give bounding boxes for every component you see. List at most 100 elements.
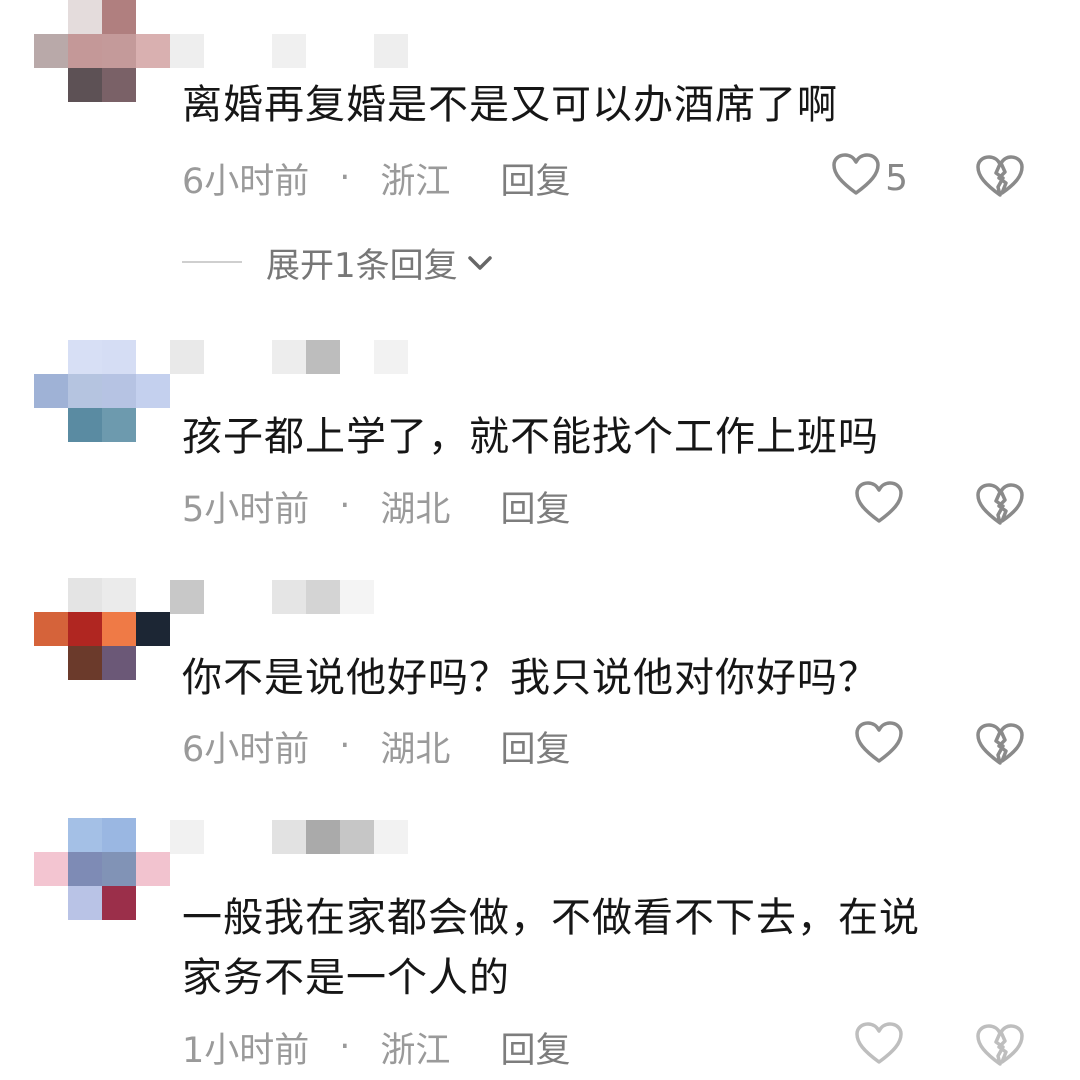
avatar-mosaic-cell — [34, 408, 68, 442]
separator: · — [339, 726, 351, 766]
like-button[interactable] — [854, 1017, 904, 1077]
username-mosaic-cell — [306, 580, 340, 614]
avatar-mosaic-cell — [102, 340, 136, 374]
avatar-mosaic-cell — [136, 852, 170, 886]
comment-text-line: 一般我在家都会做，不做看不下去，在说 — [182, 895, 920, 941]
dislike-button[interactable] — [975, 716, 1025, 776]
expand-replies-button[interactable]: 展开1条回复 — [182, 232, 494, 292]
avatar-mosaic-cell — [136, 886, 170, 920]
username-mosaic-cell — [340, 580, 374, 614]
comment-text: 孩子都上学了，就不能找个工作上班吗 — [182, 414, 879, 460]
avatar-mosaic-cell — [68, 578, 102, 612]
avatar-mosaic-cell — [136, 68, 170, 102]
username[interactable] — [170, 580, 408, 614]
reply-button[interactable]: 回复 — [500, 153, 570, 204]
separator: · — [339, 158, 351, 198]
expand-label: 展开1条回复 — [266, 245, 458, 286]
avatar-mosaic-cell — [68, 646, 102, 680]
comment-meta: 5小时前 · 湖北 回复 — [182, 476, 570, 536]
avatar-mosaic-cell — [68, 374, 102, 408]
username[interactable] — [170, 340, 408, 374]
avatar-mosaic-cell — [136, 34, 170, 68]
username-mosaic-cell — [170, 580, 204, 614]
avatar-mosaic-cell — [68, 852, 102, 886]
username[interactable] — [170, 820, 408, 854]
avatar-mosaic-cell — [34, 646, 68, 680]
username-mosaic-cell — [340, 820, 374, 854]
dislike-button[interactable] — [975, 148, 1025, 208]
username-mosaic-cell — [204, 580, 272, 614]
reply-button[interactable]: 回复 — [500, 721, 570, 772]
avatar-mosaic-cell — [102, 68, 136, 102]
comment-meta: 6小时前 · 湖北 回复 — [182, 716, 570, 776]
username-mosaic-cell — [374, 580, 408, 614]
avatar-mosaic-cell — [68, 0, 102, 34]
avatar-mosaic-cell — [102, 0, 136, 34]
like-button[interactable]: 5 — [831, 148, 908, 208]
broken-heart-icon — [975, 482, 1025, 530]
like-button[interactable] — [854, 716, 904, 776]
reply-button[interactable]: 回复 — [500, 1022, 570, 1073]
username-mosaic-cell — [340, 34, 374, 68]
dislike-button[interactable] — [975, 1017, 1025, 1077]
location: 湖北 — [380, 729, 451, 770]
username-mosaic-cell — [306, 820, 340, 854]
comment-meta: 1小时前 · 浙江 回复 — [182, 1017, 570, 1077]
avatar-mosaic-cell — [68, 340, 102, 374]
username-mosaic-cell — [272, 820, 306, 854]
avatar-mosaic-cell — [102, 818, 136, 852]
avatar[interactable] — [34, 0, 170, 102]
username-mosaic-cell — [306, 340, 340, 374]
comment-text: 一般我在家都会做，不做看不下去，在说 家务不是一个人的 — [182, 888, 1002, 1008]
username-mosaic-cell — [306, 34, 340, 68]
avatar-mosaic-cell — [34, 578, 68, 612]
username-mosaic-cell — [374, 340, 408, 374]
avatar-mosaic-cell — [68, 408, 102, 442]
username-mosaic-cell — [170, 340, 204, 374]
avatar-mosaic-cell — [34, 34, 68, 68]
avatar-mosaic-cell — [136, 0, 170, 34]
broken-heart-icon — [975, 1023, 1025, 1071]
avatar-mosaic-cell — [136, 408, 170, 442]
divider-line — [182, 261, 242, 263]
comment-text-line: 家务不是一个人的 — [182, 955, 510, 1001]
username-mosaic-cell — [204, 34, 272, 68]
avatar-mosaic-cell — [34, 0, 68, 34]
avatar-mosaic-cell — [136, 340, 170, 374]
like-button[interactable] — [854, 476, 904, 536]
avatar[interactable] — [34, 818, 170, 920]
avatar-mosaic-cell — [34, 340, 68, 374]
username-mosaic-cell — [204, 820, 272, 854]
separator: · — [339, 486, 351, 526]
username-mosaic-cell — [374, 34, 408, 68]
chevron-down-icon — [458, 242, 494, 282]
avatar[interactable] — [34, 340, 170, 442]
avatar-mosaic-cell — [102, 374, 136, 408]
avatar-mosaic-cell — [68, 612, 102, 646]
avatar-mosaic-cell — [136, 612, 170, 646]
avatar-mosaic-cell — [34, 612, 68, 646]
heart-icon — [854, 1021, 904, 1074]
username[interactable] — [170, 34, 408, 68]
avatar-mosaic-cell — [102, 578, 136, 612]
avatar-mosaic-cell — [34, 886, 68, 920]
dislike-button[interactable] — [975, 476, 1025, 536]
username-mosaic-cell — [340, 340, 374, 374]
location: 浙江 — [380, 1030, 451, 1071]
username-mosaic-cell — [170, 820, 204, 854]
avatar-mosaic-cell — [68, 68, 102, 102]
avatar-mosaic-cell — [102, 612, 136, 646]
username-mosaic-cell — [374, 820, 408, 854]
comment-text: 你不是说他好吗？我只说他对你好吗？ — [182, 655, 879, 701]
reply-button[interactable]: 回复 — [500, 481, 570, 532]
avatar-mosaic-cell — [34, 852, 68, 886]
separator: · — [339, 1027, 351, 1067]
avatar-mosaic-cell — [34, 68, 68, 102]
avatar-mosaic-cell — [102, 852, 136, 886]
avatar[interactable] — [34, 578, 170, 680]
avatar-mosaic-cell — [102, 646, 136, 680]
comment-meta: 6小时前 · 浙江 回复 — [182, 148, 570, 208]
timestamp: 6小时前 — [182, 161, 310, 202]
broken-heart-icon — [975, 722, 1025, 770]
avatar-mosaic-cell — [102, 408, 136, 442]
